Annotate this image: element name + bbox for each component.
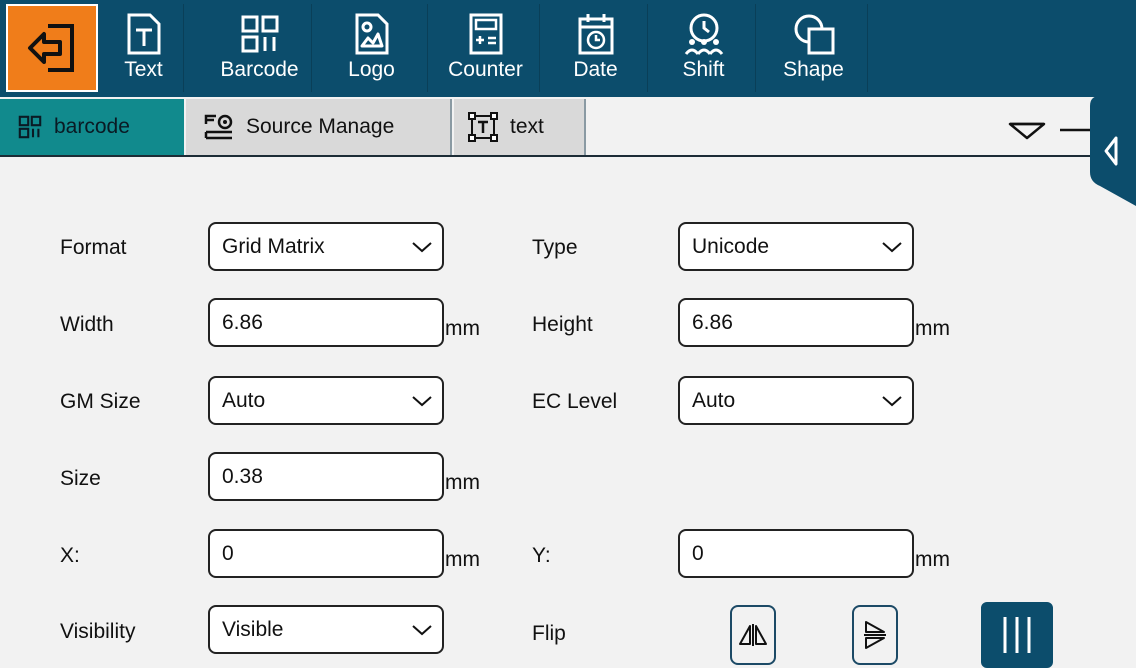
toolbar-barcode-button[interactable]: Barcode (208, 4, 312, 92)
chevron-down-icon (412, 241, 432, 252)
chevron-down-icon (882, 241, 902, 252)
visibility-value: Visible (222, 617, 284, 641)
tab-bar: barcode Source Manage text (0, 97, 1136, 157)
height-value: 6.86 (692, 310, 733, 334)
x-label: X: (60, 544, 80, 567)
x-value: 0 (222, 541, 234, 565)
type-value: Unicode (692, 234, 770, 258)
width-value: 6.86 (222, 310, 263, 334)
gm-size-value: Auto (222, 388, 266, 412)
flip-vertical-button[interactable] (852, 605, 898, 665)
toolbar-logo-label: Logo (348, 58, 395, 81)
height-unit: mm (915, 317, 950, 340)
gm-size-select[interactable]: Auto (208, 376, 444, 425)
text-icon (127, 13, 160, 55)
tab-text[interactable]: text (454, 99, 586, 155)
ec-level-select[interactable]: Auto (678, 376, 914, 425)
toolbar-text-label: Text (124, 58, 163, 81)
tab-source-manage-label: Source Manage (246, 115, 395, 138)
toolbar-shape-label: Shape (783, 58, 844, 81)
counter-icon (469, 13, 502, 55)
width-unit: mm (445, 317, 480, 340)
toolbar-logo-button[interactable]: Logo (316, 4, 428, 92)
ec-level-value: Auto (692, 388, 736, 412)
height-label: Height (532, 313, 593, 336)
flip-label: Flip (532, 622, 566, 645)
side-panel-toggle[interactable] (1086, 96, 1136, 206)
chevron-down-icon (412, 624, 432, 635)
toolbar-barcode-label: Barcode (220, 58, 299, 81)
flip-horizontal-icon (739, 624, 767, 646)
exit-button[interactable] (6, 4, 98, 92)
format-select[interactable]: Grid Matrix (208, 222, 444, 271)
source-manage-icon (204, 114, 233, 140)
toolbar-shift-button[interactable]: Shift (652, 4, 756, 92)
toolbar-text-button[interactable]: Text (104, 4, 184, 92)
toolbar-shift-label: Shift (682, 58, 725, 81)
toolbar-date-label: Date (573, 58, 618, 81)
toolbar-counter-button[interactable]: Counter (432, 4, 540, 92)
x-unit: mm (445, 548, 480, 571)
visibility-select[interactable]: Visible (208, 605, 444, 654)
top-toolbar: Text Barcode Logo Counter Date Shift Sha… (0, 0, 1136, 97)
toolbar-date-button[interactable]: Date (544, 4, 648, 92)
flip-horizontal-button[interactable] (730, 605, 776, 665)
y-label: Y: (532, 544, 551, 567)
flip-none-icon (1003, 617, 1031, 653)
calendar-icon (578, 14, 613, 55)
chevron-down-icon (882, 395, 902, 406)
barcode-icon (241, 15, 278, 53)
toolbar-shape-button[interactable]: Shape (760, 4, 868, 92)
visibility-label: Visibility (60, 620, 136, 643)
tabs-dropdown-icon[interactable] (1006, 120, 1090, 144)
gm-size-label: GM Size (60, 390, 141, 413)
barcode-icon (18, 115, 42, 139)
y-value: 0 (692, 541, 704, 565)
logo-icon (355, 13, 388, 55)
tab-text-label: text (510, 115, 544, 138)
format-label: Format (60, 236, 127, 259)
text-frame-icon (468, 112, 498, 142)
tab-barcode[interactable]: barcode (0, 99, 184, 155)
shape-icon (794, 14, 834, 55)
size-value: 0.38 (222, 464, 263, 488)
width-label: Width (60, 313, 114, 336)
tab-source-manage[interactable]: Source Manage (186, 99, 452, 155)
type-select[interactable]: Unicode (678, 222, 914, 271)
shift-icon (684, 13, 723, 55)
size-unit: mm (445, 471, 480, 494)
ec-level-label: EC Level (532, 390, 618, 413)
width-input[interactable]: 6.86 (208, 298, 444, 347)
height-input[interactable]: 6.86 (678, 298, 914, 347)
type-label: Type (532, 236, 578, 259)
y-unit: mm (915, 548, 950, 571)
y-input[interactable]: 0 (678, 529, 914, 578)
size-label: Size (60, 467, 101, 490)
tab-barcode-label: barcode (54, 115, 130, 138)
flip-vertical-icon (864, 621, 886, 649)
x-input[interactable]: 0 (208, 529, 444, 578)
format-value: Grid Matrix (222, 234, 325, 258)
exit-icon (28, 24, 74, 72)
chevron-down-icon (412, 395, 432, 406)
flip-none-button[interactable] (981, 602, 1053, 668)
size-input[interactable]: 0.38 (208, 452, 444, 501)
toolbar-counter-label: Counter (448, 58, 523, 81)
